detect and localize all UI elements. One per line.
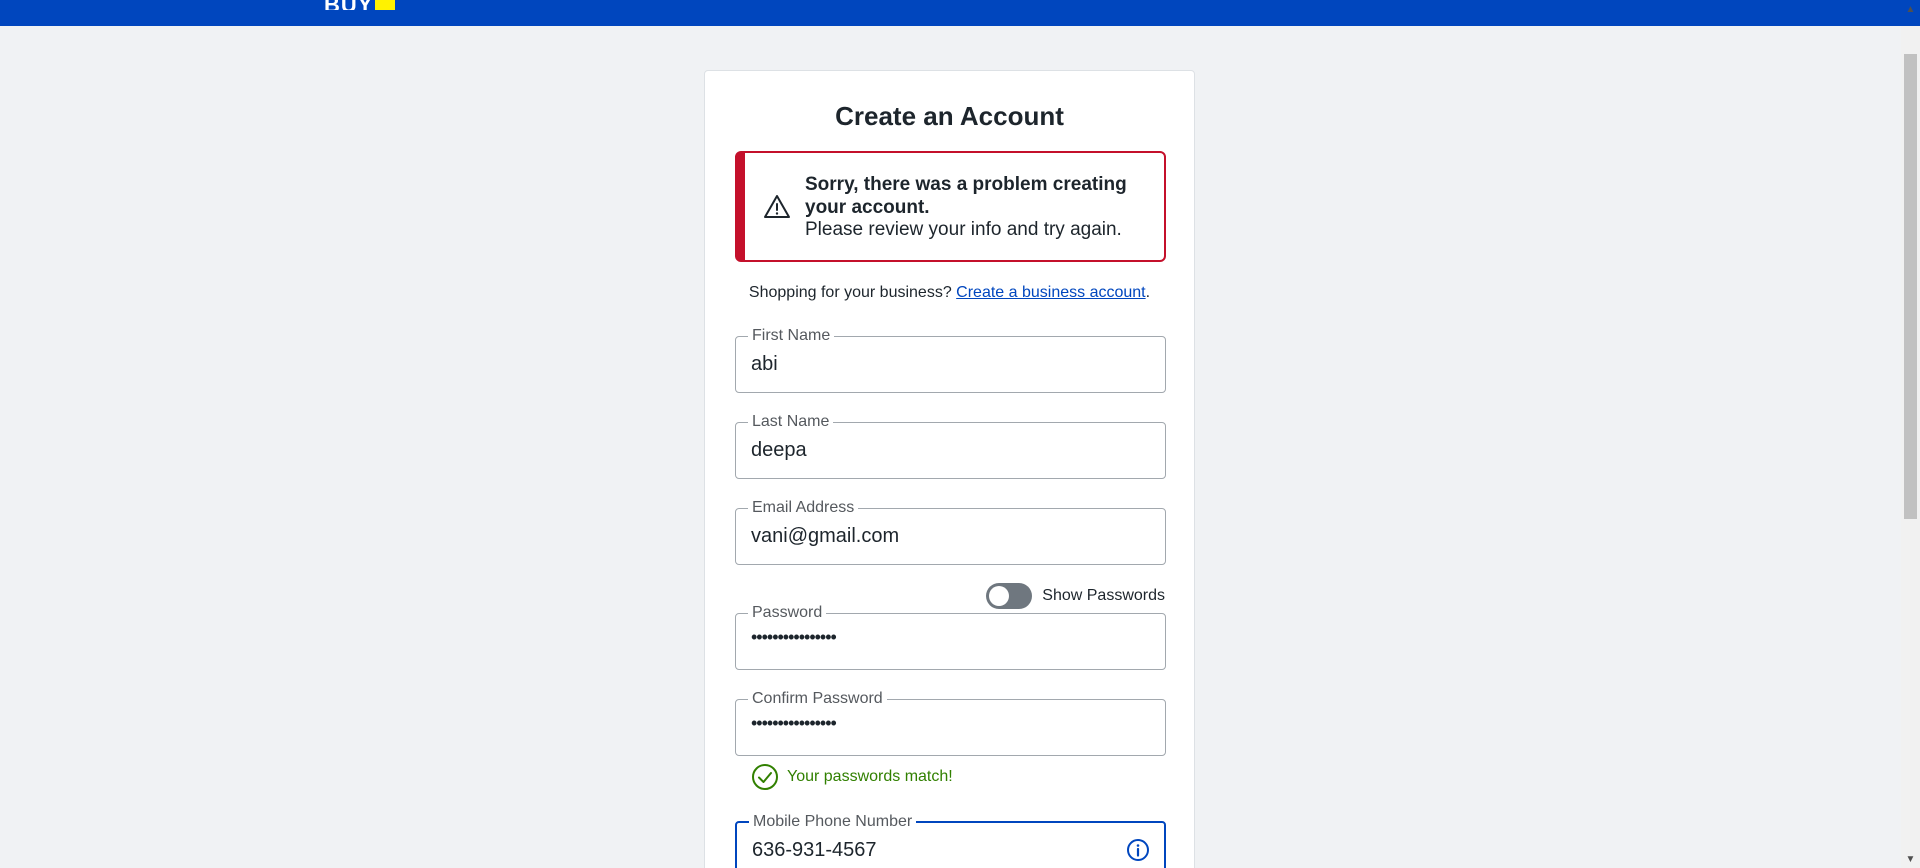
last-name-input[interactable] [751, 439, 1131, 462]
show-passwords-label: Show Passwords [1042, 587, 1165, 604]
confirm-password-field[interactable]: Confirm Password [735, 689, 1166, 756]
first-name-field[interactable]: First Name [735, 326, 1166, 393]
business-prompt-text: Shopping for your business? [748, 284, 952, 301]
password-label: Password [748, 603, 827, 623]
show-passwords-toggle[interactable] [986, 583, 1033, 609]
first-name-input[interactable] [751, 353, 1131, 376]
mobile-phone-label: Mobile Phone Number [749, 812, 917, 832]
password-input[interactable] [751, 627, 1131, 648]
check-circle-icon [752, 764, 778, 790]
error-alert: Sorry, there was a problem creating your… [735, 151, 1166, 262]
top-header: BUY [0, 0, 1920, 26]
mobile-phone-field[interactable]: Mobile Phone Number [735, 812, 1166, 868]
create-account-card: Create an Account Sorry, there was a pro… [704, 70, 1195, 868]
email-input[interactable] [751, 525, 1131, 548]
logo-tag [375, 0, 396, 10]
scroll-up-arrow-icon[interactable]: ▲ [1901, 2, 1920, 18]
first-name-label: First Name [748, 326, 835, 346]
page-title: Create an Account [835, 101, 1064, 131]
create-business-account-link[interactable]: Create a business account [956, 284, 1145, 301]
error-message: Please review your info and try again. [805, 219, 1122, 240]
last-name-field[interactable]: Last Name [735, 412, 1166, 479]
password-match-text: Your passwords match! [787, 768, 953, 785]
password-match-status: Your passwords match! [751, 763, 953, 791]
warning-triangle-icon [764, 195, 790, 218]
show-passwords-toggle-row: Show Passwords [986, 583, 1165, 609]
business-account-prompt: Shopping for your business? Create a bus… [705, 284, 1194, 302]
page-scrollbar[interactable]: ▲ ▼ [1901, 4, 1920, 868]
error-title: Sorry, there was a problem creating your… [805, 174, 1127, 218]
password-field[interactable]: Password [735, 603, 1166, 670]
email-label: Email Address [748, 498, 859, 518]
scrollbar-thumb[interactable] [1904, 54, 1917, 519]
confirm-password-label: Confirm Password [748, 689, 887, 709]
logo-text: BUY [324, 0, 373, 10]
toggle-knob [989, 586, 1010, 606]
last-name-label: Last Name [748, 412, 834, 432]
mobile-phone-input[interactable] [752, 839, 1132, 862]
confirm-password-input[interactable] [751, 713, 1131, 734]
info-circle-icon[interactable] [1126, 838, 1150, 862]
store-logo[interactable]: BUY [324, 0, 396, 10]
scroll-down-arrow-icon[interactable]: ▼ [1901, 852, 1920, 868]
email-field[interactable]: Email Address [735, 498, 1166, 565]
business-prompt-suffix: . [1145, 284, 1151, 301]
